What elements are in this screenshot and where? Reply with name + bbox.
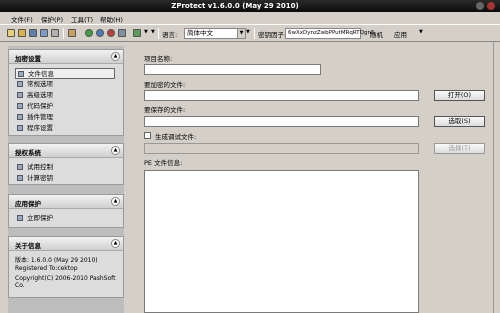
code-icon (17, 103, 23, 109)
choose-debug-button[interactable]: 选择(T) (434, 143, 485, 154)
sidebar-item-plugins[interactable]: 插件管理 (15, 112, 115, 123)
main-panel: 项目名称: 要加密的文件: 打开(O) 要保存的文件: 选取(S) 生成调试文件… (129, 46, 489, 313)
menu-file[interactable]: 文件(F) (11, 14, 33, 24)
chevron-down-icon[interactable]: ▼ (237, 29, 245, 38)
toolbar: ▼ ▼ 语言: 简体中文 ▼ ▼ 密钥因子: 6wXxDynzZwbPPutMR… (0, 24, 500, 42)
menu-protect[interactable]: 保护(P) (41, 14, 63, 24)
save-file-input[interactable] (144, 116, 419, 127)
options-icon (17, 81, 23, 87)
panel-title: 授权系统 (15, 149, 41, 157)
toolbar-separator (63, 28, 64, 39)
pe-info-textarea[interactable] (144, 170, 419, 313)
about-copyright: Copyright(C) 2006-2010 PashSoft Co. (15, 275, 116, 289)
seed-value: 6wXxDynzZwbPPutMRqRTQgn5 (288, 30, 375, 36)
settings-icon[interactable] (118, 29, 126, 37)
sidebar-item-protect-now[interactable]: 立即保护 (15, 213, 115, 224)
info-icon[interactable] (96, 29, 104, 37)
sidebar-item-file-info[interactable]: 文件信息 (15, 68, 115, 79)
app-window: { "window": { "title": "ZProtect v1.6.0.… (0, 0, 500, 313)
menu-bar: 文件(F) 保护(P) 工具(T) 帮助(H) (0, 12, 500, 24)
protect-icon (17, 215, 23, 221)
panel-title: 加密设置 (15, 55, 41, 63)
language-select[interactable]: 简体中文 ▼ (184, 28, 246, 39)
language-label: 语言: (162, 31, 178, 39)
project-name-input[interactable] (144, 64, 321, 75)
window-title: ZProtect v1.6.0.0 (May 29 2010) (171, 2, 299, 10)
menu-help[interactable]: 帮助(H) (100, 14, 123, 24)
save-as-icon[interactable] (40, 29, 48, 37)
chevron-down-icon[interactable]: ▼ (151, 30, 156, 35)
encrypt-file-input[interactable] (144, 90, 419, 101)
toolbar-separator (158, 28, 159, 39)
advanced-icon (17, 92, 23, 98)
panel-about: 关于信息 ▲ 版本: 1.6.0.0 (May 29 2010) Registe… (8, 236, 124, 298)
collapse-icon[interactable]: ▲ (111, 146, 120, 155)
debug-file-input[interactable] (144, 143, 419, 154)
load-icon[interactable] (51, 29, 59, 37)
chevron-down-icon[interactable]: ▼ (419, 30, 424, 35)
panel-header[interactable]: 授权系统 ▲ (9, 144, 123, 158)
about-version: 版本: 1.6.0.0 (May 29 2010) (15, 257, 98, 264)
settings-icon (17, 125, 23, 131)
plugin-icon (17, 114, 23, 120)
plugin-icon[interactable] (133, 29, 141, 37)
panel-title: 关于信息 (15, 242, 41, 250)
choose-button[interactable]: 选取(S) (434, 116, 485, 127)
menu-tools[interactable]: 工具(T) (71, 14, 93, 24)
debug-file-label: 生成调试文件: (155, 133, 197, 141)
search-icon[interactable] (68, 29, 76, 37)
debug-file-checkbox[interactable] (144, 132, 151, 139)
document-icon (18, 71, 24, 77)
key-icon (17, 175, 23, 181)
window-border (493, 42, 500, 313)
sidebar-item-program-settings[interactable]: 程序设置 (15, 123, 115, 134)
panel-header[interactable]: 应用保护 ▲ (9, 195, 123, 209)
save-file-label: 要保存的文件: (144, 106, 186, 114)
collapse-icon[interactable]: ▲ (111, 52, 120, 61)
save-icon[interactable] (29, 29, 37, 37)
sidebar-item-trial[interactable]: 试用控制 (15, 162, 115, 173)
panel-header[interactable]: 加密设置 ▲ (9, 50, 123, 64)
chevron-down-icon[interactable]: ▼ (144, 30, 149, 35)
open-button[interactable]: 打开(O) (434, 90, 485, 101)
sidebar-item-code-protect[interactable]: 代码保护 (15, 101, 115, 112)
collapse-icon[interactable]: ▲ (111, 239, 120, 248)
stop-icon[interactable] (107, 29, 115, 37)
close-button[interactable] (487, 2, 495, 10)
apply-button[interactable]: 应用 (394, 29, 407, 39)
protect-icon[interactable] (85, 29, 93, 37)
minimize-button[interactable] (476, 2, 484, 10)
about-registered: Registered To:cektop (15, 265, 78, 272)
sidebar-item-advanced[interactable]: 高级选项 (15, 90, 115, 101)
panel-header[interactable]: 关于信息 ▲ (9, 237, 123, 251)
seed-label: 密钥因子: (258, 31, 287, 39)
collapse-icon[interactable]: ▲ (111, 197, 120, 206)
panel-apply-protect: 应用保护 ▲ 立即保护 (8, 194, 124, 228)
open-folder-icon[interactable] (18, 29, 26, 37)
toolbar-separator (254, 28, 255, 39)
language-value: 简体中文 (187, 29, 213, 37)
panel-license: 授权系统 ▲ 试用控制 计算密钥 (8, 143, 124, 185)
seed-input[interactable]: 6wXxDynzZwbPPutMRqRTQgn5 (285, 28, 374, 39)
sidebar: 加密设置 ▲ 文件信息 常规选项 高级选项 代码保护 插件管理 程序设置 授权系… (8, 46, 124, 313)
pe-info-label: PE 文件信息: (144, 159, 183, 167)
new-project-icon[interactable] (7, 29, 15, 37)
project-name-label: 项目名称: (144, 55, 173, 63)
trial-icon (17, 164, 23, 170)
sidebar-item-general[interactable]: 常规选项 (15, 79, 115, 90)
sidebar-item-keygen[interactable]: 计算密钥 (15, 173, 115, 184)
chevron-down-icon[interactable]: ▼ (246, 30, 251, 35)
panel-encrypt-settings: 加密设置 ▲ 文件信息 常规选项 高级选项 代码保护 插件管理 程序设置 (8, 49, 124, 136)
panel-title: 应用保护 (15, 200, 41, 208)
encrypt-file-label: 要加密的文件: (144, 81, 186, 89)
title-bar: ZProtect v1.6.0.0 (May 29 2010) (0, 0, 500, 12)
random-button[interactable]: 随机 (370, 29, 383, 39)
